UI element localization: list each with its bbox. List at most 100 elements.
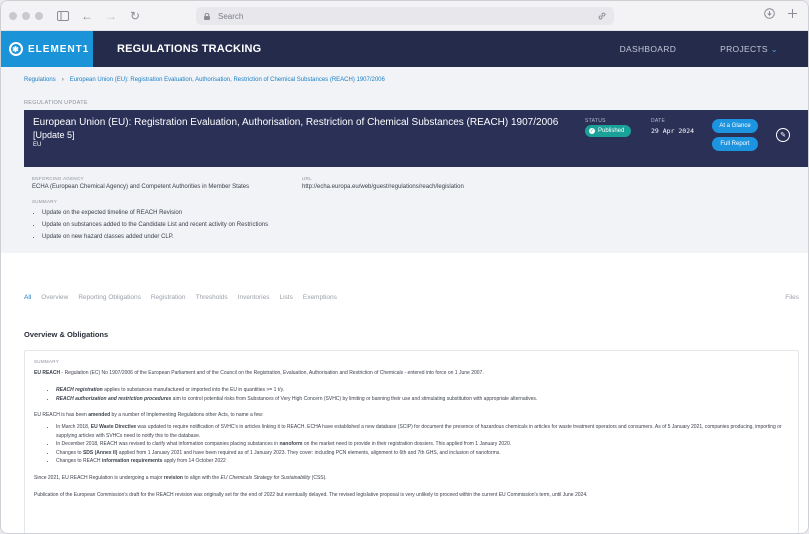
revision-pre: Since 2021, EU REACH Regulation is under… (34, 474, 164, 481)
at-a-glance-button[interactable]: At a Glance (712, 119, 758, 133)
status-text: Published (598, 128, 625, 134)
list-item-bold: nanoform (279, 441, 303, 447)
amended-pre: EU REACH is has been (34, 412, 89, 418)
close-window-button[interactable] (9, 11, 17, 20)
list-item-bold: EU Waste Directive (90, 424, 137, 430)
new-tab-icon[interactable] (787, 8, 798, 19)
list-item-text: was updated to require notification of S… (56, 424, 782, 439)
page-content: Regulations › European Union (EU): Regis… (1, 67, 808, 533)
list-item-pre: Changes to (56, 449, 83, 456)
revision-paragraph: Since 2021, EU REACH Regulation is under… (34, 474, 789, 483)
agency-label: ENFORCING AGENCY (32, 176, 84, 181)
logo-text: ELEMENT1 (28, 43, 90, 55)
nav-projects[interactable]: PROJECTS ⌄ (720, 44, 778, 55)
list-item-bold: SDS (Annex II) (82, 449, 118, 456)
list-item: REACH registration applies to substances… (56, 386, 789, 395)
update-date: 29 Apr 2024 (651, 127, 695, 135)
url-block: URL http://echa.europa.eu/web/guest/regu… (302, 176, 572, 190)
intro-text: - Regulation (EC) No 1907/2006 of the Eu… (60, 370, 484, 376)
regulation-header: Regulations › European Union (EU): Regis… (1, 67, 808, 253)
tab-overview[interactable]: Overview (41, 294, 68, 301)
amended-paragraph: EU REACH is has been amended by a number… (34, 411, 789, 420)
lock-icon (204, 12, 210, 20)
intro-bold: EU REACH (34, 370, 61, 376)
url-label: URL (302, 176, 312, 181)
date-label: DATE (651, 118, 666, 124)
tab-reporting-obligations[interactable]: Reporting Obligations (78, 294, 141, 301)
element1-logo[interactable]: ✱ ELEMENT1 (1, 31, 93, 67)
list-item: In December 2018, REACH was revised to c… (56, 440, 789, 449)
forward-arrow-icon[interactable]: → (103, 8, 119, 24)
list-item: In March 2018, EU Waste Directive was up… (56, 423, 789, 440)
list-item-bold: REACH authorization and restriction proc… (56, 395, 172, 402)
list-item-text: aim to control potential risks from Subs… (171, 395, 538, 402)
summary-item: Update on new hazard classes added under… (42, 231, 777, 243)
update-summary: SUMMARY Update on the expected timeline … (1, 190, 808, 243)
overview-summary-label: SUMMARY (34, 359, 60, 364)
summary-list: Update on the expected timeline of REACH… (32, 207, 777, 243)
tab-registration[interactable]: Registration (151, 294, 186, 301)
tab-files[interactable]: Files (785, 294, 799, 301)
tab-all[interactable]: All (24, 294, 31, 301)
browser-window: ← → ↻ Search ✱ ELEMENT1 REGULATIONS TRAC… (0, 0, 809, 534)
main-nav: DASHBOARD PROJECTS ⌄ (620, 31, 778, 67)
chevron-right-icon: › (61, 77, 64, 83)
scope-list: REACH registration applies to substances… (34, 386, 789, 403)
list-item: REACH authorization and restriction proc… (56, 395, 789, 404)
check-icon: ✓ (589, 128, 595, 134)
overview-panel: SUMMARY EU REACH - Regulation (EC) No 19… (24, 350, 799, 533)
regulation-meta: ENFORCING AGENCY ECHA (European Chemical… (1, 167, 808, 190)
tab-inventories[interactable]: Inventories (238, 294, 270, 301)
maximize-window-button[interactable] (35, 11, 43, 20)
browser-toolbar: ← → ↻ Search (1, 1, 808, 31)
list-item-pre: In December 2018, REACH was revised to c… (56, 441, 280, 447)
summary-item: Update on the expected timeline of REACH… (42, 207, 777, 219)
chevron-down-icon: ⌄ (770, 43, 778, 54)
revision-post: (CSS). (310, 474, 327, 481)
list-item-text: on the market need to provide in their r… (302, 441, 512, 447)
app-header: ✱ ELEMENT1 REGULATIONS TRACKING DASHBOAR… (1, 31, 808, 67)
url-value[interactable]: http://echa.europa.eu/web/guest/regulati… (302, 184, 572, 190)
list-item-bold: information requirements (101, 458, 163, 464)
edit-pencil-icon[interactable]: ✎ (776, 128, 790, 142)
tab-exemptions[interactable]: Exemptions (303, 294, 337, 301)
intro-paragraph: EU REACH - Regulation (EC) No 1907/2006 … (34, 369, 789, 378)
address-bar[interactable]: Search (196, 7, 614, 25)
tab-lists[interactable]: Lists (279, 294, 292, 301)
window-controls (9, 11, 43, 20)
list-item-text: applied from 1 January 2021 and have bee… (117, 449, 501, 456)
breadcrumb-root[interactable]: Regulations (24, 77, 56, 83)
publication-paragraph: Publication of the European Commission's… (34, 491, 588, 498)
summary-item: Update on substances added to the Candid… (42, 219, 777, 231)
list-item-text: apply from 14 October 2022 (162, 458, 226, 464)
list-item: Changes to SDS (Annex II) applied from 1… (56, 449, 789, 458)
download-icon[interactable] (764, 8, 775, 19)
breadcrumb-current[interactable]: European Union (EU): Registration Evalua… (70, 77, 385, 83)
app-title: REGULATIONS TRACKING (117, 43, 262, 55)
back-arrow-icon[interactable]: ← (79, 8, 95, 24)
list-item: Changes to REACH information requirement… (56, 457, 789, 466)
address-bar-placeholder: Search (218, 11, 244, 21)
overview-title: Overview & Obligations (24, 330, 109, 339)
status-label: STATUS (585, 118, 606, 124)
status-badge: ✓ Published (585, 125, 632, 137)
link-icon[interactable] (598, 12, 606, 20)
summary-label: SUMMARY (32, 199, 58, 204)
amended-post: by a number of Implementing Regulations … (110, 412, 264, 418)
reload-icon[interactable]: ↻ (127, 8, 143, 24)
country: EU (33, 142, 42, 148)
logo-icon: ✱ (9, 42, 23, 56)
amended-bold: amended (88, 412, 111, 418)
sidebar-toggle-icon[interactable] (55, 8, 71, 24)
tab-thresholds[interactable]: Thresholds (196, 294, 228, 301)
nav-dashboard[interactable]: DASHBOARD (620, 44, 677, 54)
list-item-pre: Changes to REACH (56, 458, 102, 464)
list-item-text: applies to substances manufactured or im… (102, 387, 285, 393)
section-tabs: All Overview Reporting Obligations Regis… (24, 294, 799, 301)
full-report-button[interactable]: Full Report (712, 137, 758, 151)
revision-mid: to align with the (182, 474, 221, 481)
agency-block: ENFORCING AGENCY ECHA (European Chemical… (32, 176, 302, 190)
amendments-list: In March 2018, EU Waste Directive was up… (34, 423, 789, 466)
regulation-banner: European Union (EU): Registration Evalua… (24, 110, 808, 167)
minimize-window-button[interactable] (22, 11, 30, 20)
